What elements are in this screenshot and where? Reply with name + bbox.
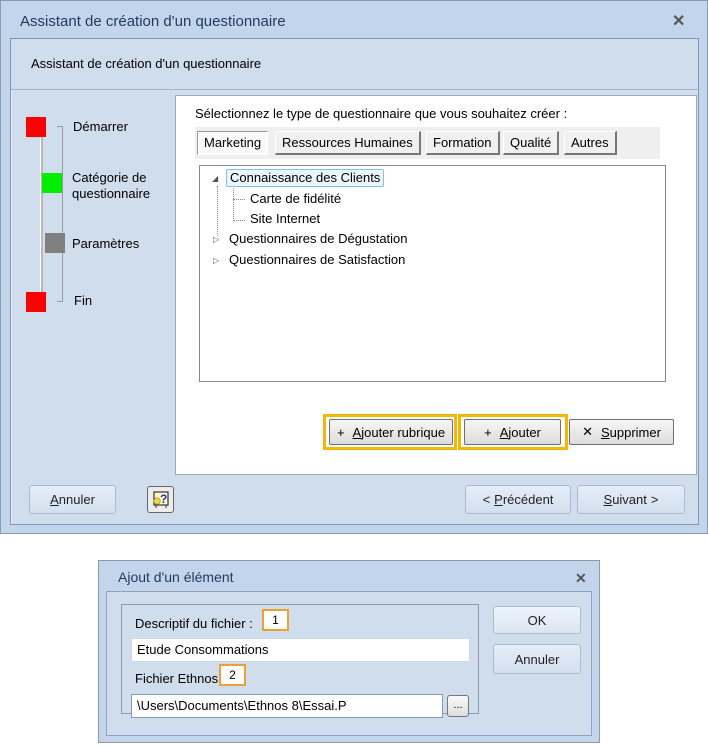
step-label-parametres: Paramètres	[72, 236, 140, 251]
ethnos-file-input[interactable]: \Users\Documents\Ethnos 8\Essai.P	[131, 694, 443, 718]
cancel-button[interactable]: Annuler	[29, 485, 116, 514]
fields-group: Descriptif du fichier : 1 Etude Consomma…	[121, 604, 479, 718]
collapse-arrow-icon[interactable]: ◢	[212, 174, 218, 184]
delete-button[interactable]: ✕ Supprimer	[569, 419, 674, 445]
delete-x-icon: ✕	[582, 424, 593, 439]
dialog-title: Ajout d'un élément	[118, 569, 234, 585]
help-button[interactable]: ?	[147, 486, 174, 513]
step-indicator: Démarrer Catégorie de questionnaire Para…	[11, 91, 171, 471]
wizard-header-title: Assistant de création d'un questionnaire	[31, 56, 262, 71]
tree-node-degustation[interactable]: Questionnaires de Dégustation	[229, 231, 408, 247]
next-button[interactable]: Suivant >	[577, 485, 685, 514]
dialog-cancel-button[interactable]: Annuler	[493, 644, 581, 674]
tree-node-satisfaction[interactable]: Questionnaires de Satisfaction	[229, 252, 405, 268]
step-status-icon	[26, 292, 46, 312]
chevron-left-icon: <	[482, 492, 491, 507]
tree-node-site-internet[interactable]: Site Internet	[250, 211, 320, 227]
add-button[interactable]: + Ajouter	[464, 419, 561, 445]
description-input[interactable]: Etude Consommations	[131, 638, 470, 662]
tree-connector	[217, 186, 218, 236]
expand-arrow-icon[interactable]: ▷	[213, 235, 219, 245]
step-status-icon	[45, 233, 65, 253]
prompt-text: Sélectionnez le type de questionnaire qu…	[195, 106, 568, 121]
tree-connector	[233, 220, 245, 221]
add-element-dialog: Ajout d'un élément ✕ Descriptif du fichi…	[98, 560, 600, 743]
plus-icon: +	[484, 424, 492, 440]
callout-badge-1: 1	[262, 609, 289, 631]
window-title: Assistant de création d'un questionnaire	[20, 13, 286, 30]
wizard-body: Assistant de création d'un questionnaire…	[10, 38, 699, 525]
plus-icon: +	[336, 424, 345, 440]
tree-node-carte-fidelite[interactable]: Carte de fidélité	[250, 191, 341, 207]
step-label-categorie: Catégorie de questionnaire	[72, 170, 151, 201]
dialog-cancel-label: Annuler	[514, 651, 560, 667]
tree-node-connaissance-clients[interactable]: Connaissance des Clients	[226, 169, 385, 187]
add-section-label: Ajouter rubrique	[352, 424, 446, 440]
tab-autres[interactable]: Autres	[564, 131, 617, 155]
expand-arrow-icon[interactable]: ▷	[213, 256, 219, 266]
category-tabs: Marketing Ressources Humaines Formation …	[195, 127, 660, 159]
close-icon[interactable]: ✕	[672, 14, 685, 30]
dialog-body: Descriptif du fichier : 1 Etude Consomma…	[106, 591, 592, 736]
chevron-right-icon: >	[650, 492, 659, 507]
next-label: Suivant	[603, 492, 647, 507]
cancel-label: Annuler	[50, 492, 95, 507]
description-label: Descriptif du fichier :	[135, 616, 253, 631]
wizard-header: Assistant de création d'un questionnaire	[11, 39, 698, 90]
tab-ressources-humaines[interactable]: Ressources Humaines	[275, 131, 421, 155]
previous-button[interactable]: < Précédent	[465, 485, 571, 514]
help-icon: ?	[152, 490, 169, 508]
step-rail-secondary	[57, 126, 63, 302]
add-label: Ajouter	[499, 424, 541, 440]
previous-label: Précédent	[494, 492, 554, 507]
step-rail	[40, 126, 43, 301]
close-icon[interactable]: ✕	[575, 571, 587, 585]
tree-connector	[233, 186, 234, 221]
questionnaire-tree[interactable]: ◢ Connaissance des Clients Carte de fidé…	[199, 165, 666, 382]
callout-badge-2: 2	[219, 664, 246, 686]
tab-marketing[interactable]: Marketing	[197, 131, 269, 155]
step-label-fin: Fin	[74, 293, 93, 308]
add-section-button[interactable]: + Ajouter rubrique	[329, 419, 453, 445]
tree-connector	[233, 199, 245, 200]
step-status-icon	[42, 173, 62, 193]
ethnos-file-label: Fichier Ethnos :	[135, 671, 226, 686]
tab-formation[interactable]: Formation	[426, 131, 500, 155]
step-status-icon	[26, 117, 46, 137]
delete-label: Supprimer	[600, 424, 661, 440]
tab-qualite[interactable]: Qualité	[503, 131, 560, 155]
browse-button[interactable]: ...	[447, 695, 469, 717]
content-panel: Sélectionnez le type de questionnaire qu…	[175, 95, 697, 475]
wizard-window: Assistant de création d'un questionnaire…	[0, 0, 708, 534]
ok-label: OK	[527, 612, 547, 628]
ok-button[interactable]: OK	[493, 606, 581, 634]
step-label-demarrer: Démarrer	[73, 119, 128, 134]
svg-text:?: ?	[160, 492, 167, 506]
